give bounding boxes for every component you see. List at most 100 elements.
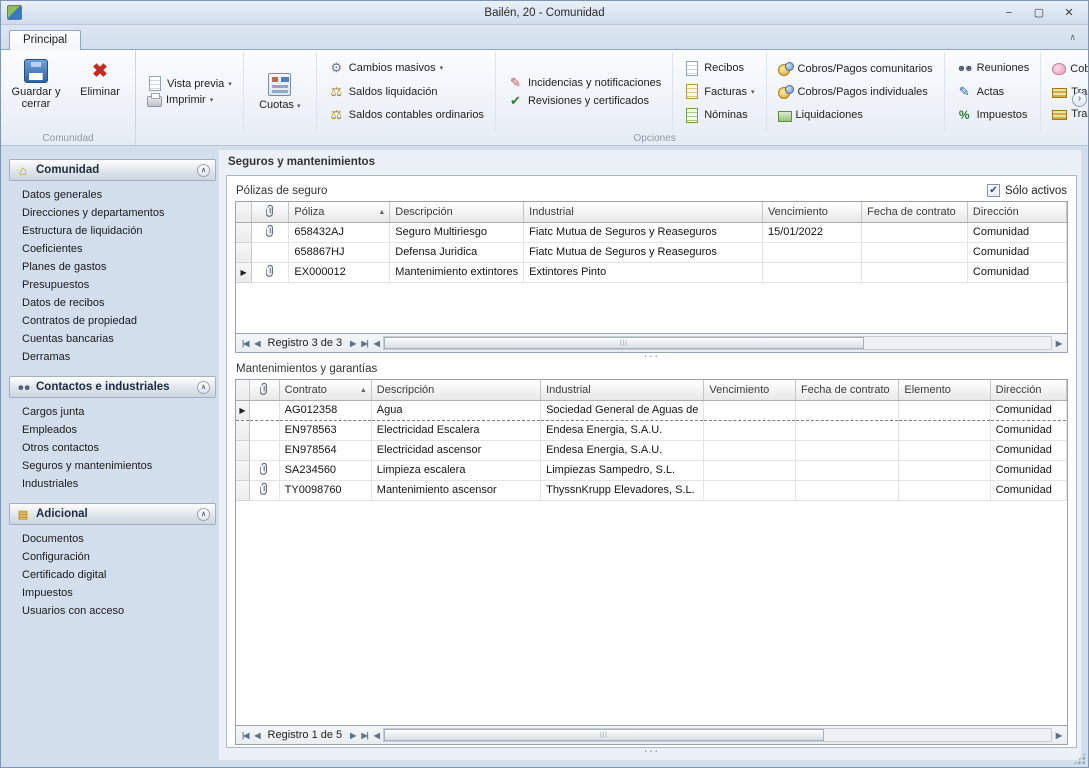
cuotas-button[interactable]: Cuotas ▾ <box>251 68 309 115</box>
cell[interactable] <box>899 400 990 420</box>
imprimir-button[interactable]: Imprimir ▾ <box>143 92 217 108</box>
sidebar-section-header[interactable]: ⌂Comunidad∧ <box>9 159 216 181</box>
liquidaciones-button[interactable]: Liquidaciones <box>774 108 867 123</box>
cobros-pagos-individuales-button[interactable]: Cobros/Pagos individuales <box>774 84 932 100</box>
column-header[interactable]: Dirección <box>967 202 1066 222</box>
traspaso-dinero-button[interactable]: Traspaso dinero i <box>1048 107 1088 121</box>
cell[interactable]: Comunidad <box>990 420 1066 440</box>
reuniones-button[interactable]: ☻☻ Reuniones <box>952 59 1034 77</box>
cell[interactable] <box>704 400 796 420</box>
cell[interactable] <box>862 222 968 242</box>
sidebar-item[interactable]: Certificado digital <box>9 566 216 584</box>
column-header[interactable]: Industrial <box>541 380 704 400</box>
cell[interactable]: Electricidad ascensor <box>371 440 540 460</box>
sidebar-item[interactable]: Direcciones y departamentos <box>9 204 216 222</box>
sidebar-item[interactable]: Derramas <box>9 348 216 366</box>
tab-principal[interactable]: Principal <box>9 30 81 50</box>
next-page-button[interactable]: ▶ <box>347 339 358 348</box>
cell[interactable]: Electricidad Escalera <box>371 420 540 440</box>
table-row[interactable]: ▶EX000012Mantenimiento extintoresExtinto… <box>236 262 1067 282</box>
nominas-button[interactable]: Nóminas <box>680 107 751 124</box>
attachment-column-header[interactable] <box>249 380 279 400</box>
table-row[interactable]: EN978563Electricidad EscaleraEndesa Ener… <box>236 420 1067 440</box>
column-header[interactable]: Dirección <box>990 380 1066 400</box>
cell[interactable] <box>762 242 861 262</box>
prev-page-button[interactable]: ◀ <box>251 731 262 740</box>
next-page-button[interactable]: ▶ <box>347 731 358 740</box>
table-row[interactable]: EN978564Electricidad ascensorEndesa Ener… <box>236 440 1067 460</box>
cell[interactable]: Seguro Multiriesgo <box>390 222 524 242</box>
sidebar-item[interactable]: Contratos de propiedad <box>9 312 216 330</box>
table-row[interactable]: ▶AG012358AguaSociedad General de Aguas d… <box>236 400 1067 420</box>
cell[interactable]: 15/01/2022 <box>762 222 861 242</box>
cell[interactable] <box>762 262 861 282</box>
mantenimientos-grid[interactable]: Contrato▲DescripciónIndustrialVencimient… <box>235 379 1068 726</box>
chevron-up-icon[interactable]: ∧ <box>197 164 210 177</box>
saldos-liquidacion-button[interactable]: ⚖ Saldos liquidación <box>324 83 442 101</box>
sidebar-item[interactable]: Otros contactos <box>9 439 216 457</box>
ribbon-collapse-icon[interactable]: ∧ <box>1069 32 1076 43</box>
cell[interactable]: EN978564 <box>279 440 371 460</box>
cobros-anticipados-button[interactable]: Cobros anticipado <box>1048 62 1088 76</box>
scrollbar-thumb[interactable]: ||| <box>384 337 864 349</box>
sidebar-item[interactable]: Industriales <box>9 475 216 493</box>
sidebar-item[interactable]: Usuarios con acceso <box>9 602 216 620</box>
ribbon-overflow-button[interactable]: › <box>1072 92 1087 107</box>
column-header[interactable]: Vencimiento <box>704 380 796 400</box>
minimize-button[interactable]: − <box>1002 5 1016 21</box>
cell[interactable] <box>899 460 990 480</box>
cobros-pagos-comunitarios-button[interactable]: Cobros/Pagos comunitarios <box>774 61 937 77</box>
cell[interactable]: 658432AJ <box>289 222 390 242</box>
last-page-button[interactable]: ▶| <box>358 731 370 740</box>
scroll-left-button[interactable]: ◀ <box>371 339 382 348</box>
cell[interactable] <box>704 480 796 500</box>
revisiones-button[interactable]: ✔ Revisiones y certificados <box>503 92 653 110</box>
cell[interactable]: Mantenimiento extintores <box>390 262 524 282</box>
cell[interactable] <box>899 480 990 500</box>
cell[interactable] <box>862 242 968 262</box>
facturas-button[interactable]: Facturas ▾ <box>680 83 758 100</box>
cell[interactable] <box>795 420 898 440</box>
cell[interactable]: 658867HJ <box>289 242 390 262</box>
cell[interactable]: Comunidad <box>967 222 1066 242</box>
impuestos-button[interactable]: % Impuestos <box>952 106 1032 124</box>
sidebar-item[interactable]: Configuración <box>9 548 216 566</box>
chevron-up-icon[interactable]: ∧ <box>197 508 210 521</box>
cell[interactable] <box>899 420 990 440</box>
sidebar-item[interactable]: Estructura de liquidación <box>9 222 216 240</box>
cell[interactable]: Comunidad <box>990 480 1066 500</box>
cell[interactable]: Endesa Energia, S.A.U. <box>541 440 704 460</box>
last-page-button[interactable]: ▶| <box>358 339 370 348</box>
cambios-masivos-button[interactable]: ⚙ Cambios masivos ▾ <box>324 59 447 77</box>
sidebar-item[interactable]: Empleados <box>9 421 216 439</box>
table-row[interactable]: 658432AJSeguro MultiriesgoFiatc Mutua de… <box>236 222 1067 242</box>
splitter-handle[interactable]: ··· <box>235 353 1068 363</box>
cell[interactable]: Comunidad <box>990 400 1066 420</box>
column-header[interactable]: Industrial <box>524 202 763 222</box>
column-header[interactable]: Póliza▲ <box>289 202 390 222</box>
column-header[interactable]: Fecha de contrato <box>795 380 898 400</box>
guardar-y-cerrar-button[interactable]: Guardar y cerrar <box>7 54 65 129</box>
scroll-right-button[interactable]: ▶ <box>1053 339 1064 348</box>
column-header[interactable]: Descripción <box>390 202 524 222</box>
cell[interactable] <box>795 460 898 480</box>
cell[interactable] <box>795 400 898 420</box>
chevron-up-icon[interactable]: ∧ <box>197 381 210 394</box>
cell[interactable]: Comunidad <box>990 440 1066 460</box>
cell[interactable]: Endesa Energia, S.A.U. <box>541 420 704 440</box>
attachment-column-header[interactable] <box>252 202 289 222</box>
sidebar-item[interactable]: Planes de gastos <box>9 258 216 276</box>
sidebar-item[interactable]: Cuentas bancarias <box>9 330 216 348</box>
first-page-button[interactable]: |◀ <box>239 339 251 348</box>
horizontal-scrollbar[interactable]: ||| <box>383 728 1052 742</box>
scrollbar-thumb[interactable]: ||| <box>384 729 824 741</box>
sidebar-item[interactable]: Documentos <box>9 530 216 548</box>
column-header[interactable]: Fecha de contrato <box>862 202 968 222</box>
scroll-left-button[interactable]: ◀ <box>371 731 382 740</box>
polizas-grid[interactable]: Póliza▲DescripciónIndustrialVencimientoF… <box>235 201 1068 334</box>
panel-resize-handle[interactable]: ··· <box>226 748 1077 758</box>
cell[interactable]: Mantenimiento ascensor <box>371 480 540 500</box>
cell[interactable]: Sociedad General de Aguas de <box>541 400 704 420</box>
sidebar-item[interactable]: Presupuestos <box>9 276 216 294</box>
table-row[interactable]: SA234560Limpieza escaleraLimpiezas Sampe… <box>236 460 1067 480</box>
